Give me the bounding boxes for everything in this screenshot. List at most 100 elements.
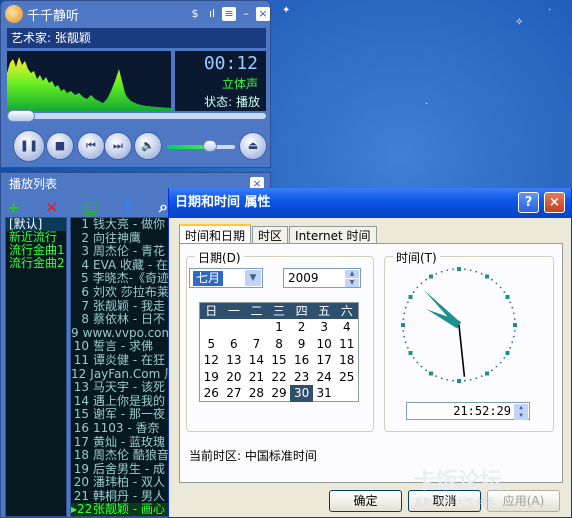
add-button[interactable]: + [7, 198, 41, 217]
pause-button[interactable]: ❚❚ [13, 130, 45, 162]
song-number: 18 [73, 448, 89, 463]
eject-button[interactable]: ⏏ [239, 132, 267, 160]
seek-bar[interactable] [7, 113, 266, 119]
calendar-day[interactable]: 9 [290, 336, 313, 353]
song-row[interactable]: ▸22 张靓颖 - 画心 [71, 503, 169, 516]
player-title: 千千静听 [27, 8, 80, 24]
volume-slider[interactable] [167, 145, 235, 149]
calendar-day[interactable]: 22 [268, 369, 291, 386]
song-row[interactable]: 5 李晓杰-《奇迹 [71, 272, 169, 286]
month-select[interactable]: 七月 ▼ [189, 268, 263, 288]
clock-minute-mark [512, 335, 515, 338]
calendar-day[interactable]: 17 [313, 352, 336, 369]
calendar-day[interactable]: 14 [245, 352, 268, 369]
playlist-toggle-icon[interactable]: ≡ [222, 7, 236, 21]
player-titlebar[interactable]: 千千静听 $ ıl ≡ – × [1, 1, 270, 27]
dialog-close-button[interactable]: × [544, 192, 565, 213]
song-row[interactable]: 21 韩桐丹 - 男人 [71, 488, 169, 504]
song-row[interactable]: 20 潘玮柏 - 双人 [71, 476, 169, 490]
calendar-day[interactable]: 18 [335, 352, 358, 369]
song-number: 8 [81, 312, 89, 327]
calendar-day[interactable]: 30 [290, 385, 313, 402]
calendar-day[interactable]: 2 [290, 319, 313, 336]
song-number: 21 [73, 488, 89, 503]
calendar-day[interactable]: 6 [223, 336, 246, 353]
calendar-day[interactable]: 20 [223, 369, 246, 386]
song-row[interactable]: 6 刘欢 莎拉布莱 [71, 285, 169, 300]
calendar-day[interactable]: 23 [290, 369, 313, 386]
calendar-day[interactable]: 3 [313, 319, 336, 336]
spin-down-icon[interactable]: ▼ [345, 279, 359, 287]
calendar-day[interactable]: 7 [245, 336, 268, 353]
calendar-day[interactable]: 21 [245, 369, 268, 386]
tab-date-time[interactable]: 时间和日期 [179, 224, 252, 244]
calendar-day[interactable]: 24 [313, 369, 336, 386]
song-number: 1 [81, 217, 89, 231]
close-button[interactable]: × [256, 7, 270, 21]
playlist-category[interactable]: 流行金曲2 [6, 257, 66, 270]
spin-up-icon[interactable]: ▲ [514, 404, 528, 412]
spectrum-visualizer[interactable] [7, 51, 171, 111]
weekday-label: 三 [273, 304, 286, 318]
time-input[interactable]: 21:52:29 ▲ ▼ [406, 402, 530, 420]
calendar-day[interactable]: 10 [313, 336, 336, 353]
song-row[interactable]: 10 誓言 - 求佛 [71, 340, 169, 354]
delete-button[interactable]: ✕ [45, 198, 79, 217]
calendar-day[interactable]: 12 [200, 352, 223, 369]
song-row[interactable]: 18 周杰伦 酷狼音 [71, 448, 169, 463]
spin-up-icon[interactable]: ▲ [345, 270, 359, 278]
calendar-day[interactable]: 19 [200, 369, 223, 386]
chevron-down-icon[interactable]: ▼ [245, 270, 261, 286]
minimize-button[interactable]: – [239, 7, 253, 21]
calendar-day[interactable]: 26 [200, 385, 223, 402]
calendar: 日一二三四五六 1 2 3 4 5 6 7 8 9 10 11 12 13 14 15 16 17 18 19 20 2… [199, 302, 359, 402]
song-row[interactable]: 9 www.vvpo.com [71, 326, 169, 341]
calendar-day[interactable]: 31 [313, 385, 336, 402]
seek-knob[interactable] [7, 110, 35, 122]
song-row[interactable]: 13 马天宇 - 该死 [71, 381, 169, 395]
clock-minute-mark [404, 341, 407, 344]
year-spinner[interactable]: 2009 ▲ ▼ [283, 268, 361, 288]
dialog-titlebar[interactable]: 日期和时间 属性 ? × [169, 188, 571, 218]
tab-internet-time[interactable]: Internet 时间 [289, 226, 377, 244]
skin-icon[interactable]: $ [188, 7, 202, 21]
song-row[interactable]: 8 蔡依林 - 日不 [71, 313, 169, 327]
song-row[interactable]: 1 钱大亮 - 做你 [71, 218, 169, 232]
calendar-day[interactable]: 16 [290, 352, 313, 369]
weekday-label: 四 [295, 304, 308, 318]
song-row[interactable]: 11 谭炎健 - 在狂 [71, 353, 169, 368]
calendar-day[interactable]: 8 [268, 336, 291, 353]
next-button[interactable]: ⏭ [104, 132, 132, 160]
year-value: 2009 [288, 271, 319, 285]
calendar-day[interactable]: 13 [223, 352, 246, 369]
calendar-day[interactable]: 15 [268, 352, 291, 369]
calendar-day[interactable]: 4 [335, 319, 358, 336]
mute-button[interactable]: 🔈 [134, 132, 162, 160]
calendar-day[interactable]: 27 [223, 385, 246, 402]
calendar-day[interactable]: 5 [200, 336, 223, 353]
spin-down-icon[interactable]: ▼ [514, 412, 528, 420]
clock-minute-mark [416, 286, 419, 289]
equalizer-icon[interactable]: ıl [205, 7, 219, 21]
volume-knob[interactable] [203, 140, 217, 152]
list-button[interactable]: ▤ [83, 198, 117, 217]
calendar-day[interactable]: 29 [268, 385, 291, 402]
clock-hour-mark [429, 371, 433, 376]
help-button[interactable]: ? [518, 192, 539, 213]
calendar-day[interactable]: 28 [245, 385, 268, 402]
sort-button[interactable]: ↑ [121, 198, 155, 217]
song-row[interactable]: 15 谢军 - 那一夜 [71, 408, 169, 422]
clock-minute-mark [435, 272, 438, 275]
stop-button[interactable]: ■ [46, 132, 74, 160]
clock-minute-mark [435, 375, 438, 378]
calendar-day[interactable]: 1 [268, 319, 291, 336]
song-row[interactable]: 16 1103 - 香奈 [71, 421, 169, 436]
calendar-day[interactable]: 11 [335, 336, 358, 353]
song-row[interactable]: 12 JayFan.Com 周 [71, 367, 169, 382]
ok-button[interactable]: 确定 [329, 490, 402, 512]
song-row[interactable]: 3 周杰伦 - 青花 [71, 245, 169, 259]
calendar-day[interactable]: 25 [335, 369, 358, 386]
tab-timezone[interactable]: 时区 [252, 226, 289, 244]
previous-button[interactable]: ⏮ [77, 132, 105, 160]
month-value: 七月 [193, 271, 224, 286]
